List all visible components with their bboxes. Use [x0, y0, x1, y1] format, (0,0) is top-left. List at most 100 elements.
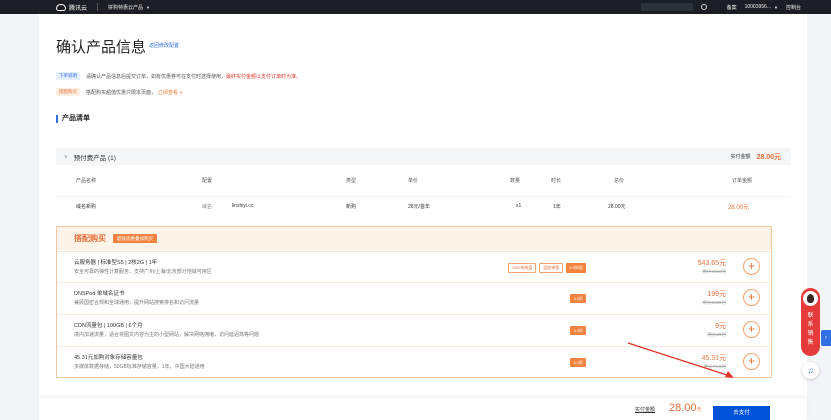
addon-item-tags: SSD系统盘 固定带宽 5.9折起 — [508, 263, 586, 273]
addon-item-name: 云服务器 | 标准型S5 | 2核2G | 1年 — [74, 260, 158, 266]
console-link[interactable]: 控制台 — [786, 4, 801, 11]
notice-text: 搭配购买超值优惠只限本页面， — [86, 89, 157, 96]
notice-tag: 搭配购买 — [56, 88, 80, 96]
back-to-config-link[interactable]: 返回修改配置 — [149, 42, 179, 49]
notice-text: 请确认产品信息后提交订单，如有优惠券可在支付时选择使用， — [86, 73, 227, 80]
cell-total: 28.00元 — [608, 204, 626, 210]
paid-label: 实付金额 — [730, 154, 751, 160]
price-original: 原价70.8元 — [703, 364, 726, 369]
addon-panel: 搭配购买 超低优惠叠加购买 云服务器 | 标准型S5 | 2核2G | 1年 安… — [56, 226, 772, 378]
account-id: 10003956... — [744, 4, 772, 10]
cell-duration: 1年 — [553, 204, 561, 210]
order-notice: 下单说明 请确认产品信息后提交订单，如有优惠券可在支付时选择使用， 最终实付金额… — [56, 72, 301, 80]
addon-item: 45.31元加购对象存储容量包 多媒体数据存储，50GB标准存储容量，1年，中国… — [57, 346, 771, 376]
table-header: 产品名称 配置 类型 单价 数量 时长 总价 订单金额 — [56, 171, 791, 189]
checkout-amount: 28.00元 — [669, 402, 702, 414]
price-original: 原价20元 — [707, 332, 726, 337]
addon-item: DNSPod 单域名证书 兼顾国密合规和全球通用，提升网站搜索排名和访问流量 3… — [57, 282, 771, 312]
cell-config-value: linzhiyi.cc — [232, 203, 254, 209]
cloud-logo-icon — [56, 3, 66, 11]
addon-item-price: 543.65元 原价9999元 — [698, 258, 726, 275]
cell-name: 域名新购 — [76, 204, 97, 210]
notice-highlight: 最终实付金额以支付订单时为准。 — [226, 73, 302, 80]
cell-order-amount: 28.00元 — [728, 205, 750, 211]
discount-badge: 4.5折 — [570, 326, 586, 335]
addon-title: 搭配购买 — [74, 234, 106, 243]
chevron-left-icon[interactable]: ‹ — [821, 330, 831, 346]
feature-tag: SSD系统盘 — [508, 263, 537, 273]
col-header: 单价 — [408, 178, 419, 184]
add-item-button[interactable]: + — [743, 321, 760, 338]
addon-item-desc: 安全可靠的弹性计算服务，支持广州/上海/北京部分地域可用区 — [74, 269, 212, 275]
add-item-button[interactable]: + — [743, 289, 760, 306]
price-original: 原价5555元 — [702, 300, 726, 305]
notice-tag: 下单说明 — [56, 72, 80, 80]
cell-unit-price: 28元/首年 — [408, 204, 430, 210]
account-dropdown[interactable]: 10003956... ▼ — [745, 4, 778, 10]
addon-item-price: 199元 原价5555元 — [702, 289, 726, 306]
product-nav-label: 拼购特惠云产品 — [108, 4, 144, 11]
addon-item-price: 45.31元 原价70.8元 — [701, 353, 726, 370]
col-header: 类型 — [346, 178, 357, 184]
checkout-label[interactable]: 实付金额 — [635, 406, 655, 413]
price-original: 原价9999元 — [702, 269, 726, 274]
logo-text: 腾讯云 — [69, 5, 88, 12]
discount-badge: 5.9折起 — [566, 263, 586, 273]
addon-item-tags: 6.4折 — [570, 358, 586, 367]
prepaid-group-header[interactable]: ∨ 预付费产品 (1) 实付金额 28.00元 — [56, 148, 791, 165]
add-item-button[interactable]: + — [743, 353, 760, 370]
addon-item-name: DNSPod 单域名证书 — [74, 291, 125, 297]
section-title: 产品清单 — [56, 115, 90, 123]
addon-item-name: CDN流量包 | 100GB | 6个月 — [74, 323, 143, 329]
paid-amount: 28.00元 — [756, 153, 781, 161]
col-header: 时长 — [551, 178, 562, 184]
search-icon[interactable] — [700, 4, 707, 10]
filing-link[interactable]: 备案 — [727, 4, 737, 11]
page-title: 确认产品信息 — [56, 39, 147, 56]
top-nav-bar: 腾讯云 拼购特惠云产品 ▼ 备案 10003956... ▼ 控制台 — [0, 0, 831, 14]
sales-avatar — [801, 289, 820, 308]
chevron-down-icon: ▼ — [774, 4, 778, 10]
add-item-button[interactable]: + — [743, 258, 760, 275]
addon-item: 云服务器 | 标准型S5 | 2核2G | 1年 安全可靠的弹性计算服务，支持广… — [57, 251, 771, 281]
price-now: 199元 — [707, 291, 726, 298]
checkout-bar: 实付金额 28.00元 去支付 — [39, 398, 807, 420]
checkout-amount-value: 28.00 — [669, 402, 697, 414]
logo[interactable]: 腾讯云 — [56, 3, 87, 12]
group-title: 预付费产品 (1) — [73, 154, 116, 162]
addon-item-price: 9元 原价20元 — [707, 321, 726, 338]
chevron-down-icon: ∨ — [64, 153, 68, 160]
cell-type: 新购 — [346, 204, 357, 210]
pay-button[interactable]: 去支付 — [713, 406, 770, 420]
cell-config-label: 域名 — [202, 204, 213, 210]
price-now: 45.31元 — [701, 355, 726, 362]
addon-item-tags: 4.5折 — [570, 326, 586, 335]
col-header: 订单金额 — [732, 178, 753, 184]
headset-icon[interactable]: ♫ — [802, 362, 819, 379]
group-paid: 实付金额 28.00元 — [730, 152, 781, 162]
divider — [97, 3, 99, 11]
col-header: 数量 — [510, 178, 521, 184]
discount-badge: 6.4折 — [570, 358, 586, 367]
addon-item-name: 45.31元加购对象存储容量包 — [74, 355, 143, 361]
addon-item-desc: 兼顾国密合规和全球通用，提升网站搜索排名和访问流量 — [74, 300, 200, 306]
search-input[interactable] — [640, 3, 693, 11]
addon-notice: 搭配购买 搭配购买超值优惠只限本页面， 立即查看 ∨ — [56, 88, 183, 96]
chevron-down-icon: ▼ — [146, 4, 150, 10]
cell-qty: x1 — [516, 203, 522, 209]
main-content: 确认产品信息 返回修改配置 下单说明 请确认产品信息后提交订单，如有优惠券可在支… — [39, 14, 807, 420]
feature-tag: 固定带宽 — [539, 263, 564, 273]
addon-item-desc: 境内加速流量，适合将图文内容为主的小型网站，解决网络拥堵，访问延迟高等问题 — [74, 332, 260, 338]
checkout-amount-unit: 元 — [696, 407, 702, 413]
contact-sales-text: 联系销售 — [807, 313, 814, 346]
addon-item-tags: 3.6折 — [570, 294, 586, 303]
col-header: 总价 — [614, 178, 625, 184]
view-now-link[interactable]: 立即查看 ∨ — [158, 89, 183, 96]
col-header: 配置 — [202, 178, 213, 184]
price-now: 9元 — [715, 323, 726, 330]
top-nav-right: 备案 10003956... ▼ 控制台 — [640, 0, 831, 14]
product-nav-dropdown[interactable]: 拼购特惠云产品 ▼ — [108, 4, 150, 11]
addon-badge: 超低优惠叠加购买 — [113, 234, 157, 243]
price-now: 543.65元 — [697, 260, 726, 267]
addon-item: CDN流量包 | 100GB | 6个月 境内加速流量，适合将图文内容为主的小型… — [57, 314, 771, 344]
